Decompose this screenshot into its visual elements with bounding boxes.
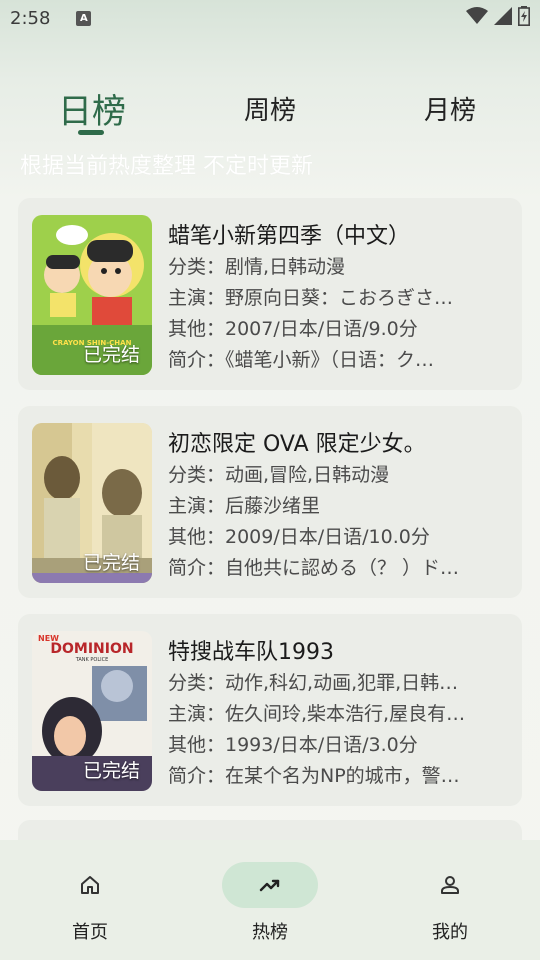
nav-item-trending[interactable]: 热榜 xyxy=(180,840,360,960)
item-title: 初恋限定 OVA 限定少女。 xyxy=(168,432,426,457)
home-icon xyxy=(81,876,99,894)
item-cast: 主演：野原向日葵：こおろぎさ… xyxy=(168,287,454,309)
item-other: 其他：2009/日本/日语/10.0分 xyxy=(168,526,430,548)
item-title: 蜡笔小新第四季（中文） xyxy=(168,224,411,249)
nav-label: 热榜 xyxy=(252,922,288,943)
status-indicator-icon: A xyxy=(76,10,92,26)
item-category: 分类：动画,冒险,日韩动漫 xyxy=(168,464,390,486)
bottom-navigation: 首页 热榜 我的 xyxy=(0,840,540,960)
status-badge: 已完结 xyxy=(82,552,140,574)
battery-icon xyxy=(518,6,530,26)
status-time: 2:58 xyxy=(10,7,51,29)
status-badge: 已完结 xyxy=(82,344,140,366)
nav-item-home[interactable]: 首页 xyxy=(0,840,180,960)
list-item[interactable]: 已完结 初恋限定 OVA 限定少女。 分类：动画,冒险,日韩动漫 主演：后藤沙绪… xyxy=(18,406,522,598)
item-cast: 主演：后藤沙绪里 xyxy=(168,495,321,517)
trending-icon xyxy=(259,879,280,892)
item-title: 特搜战车队1993 xyxy=(168,640,334,665)
item-intro: 简介：《蜡笔小新》（日语：ク… xyxy=(168,349,435,371)
poster-image: CRAYON SHIN-CHAN 已完结 xyxy=(32,215,152,375)
tab-monthly[interactable]: 月榜 xyxy=(390,90,510,127)
list-item[interactable]: CRAYON SHIN-CHAN 已完结 蜡笔小新第四季（中文） 分类：剧情,日… xyxy=(18,198,522,390)
nav-label: 我的 xyxy=(432,922,468,943)
status-bar: 2:58 A xyxy=(0,0,540,36)
ranking-tabs: 日榜 周榜 月榜 xyxy=(0,80,540,140)
wifi-icon xyxy=(466,7,488,24)
nav-label: 首页 xyxy=(72,922,108,943)
item-intro: 简介：自他共に認める（？ ）ド… xyxy=(168,557,460,579)
item-other: 其他：2007/日本/日语/9.0分 xyxy=(168,318,418,340)
nav-item-profile[interactable]: 我的 xyxy=(360,840,540,960)
tab-weekly[interactable]: 周榜 xyxy=(210,90,330,127)
ranking-list: CRAYON SHIN-CHAN 已完结 蜡笔小新第四季（中文） 分类：剧情,日… xyxy=(18,198,522,822)
tab-daily[interactable]: 日榜 xyxy=(32,84,152,133)
list-item[interactable]: NEW DOMINION TANK POLICE 已完结 特搜战车队1993 分… xyxy=(18,614,522,806)
item-category: 分类：剧情,日韩动漫 xyxy=(168,256,346,278)
page-subtitle: 根据当前热度整理 不定时更新 xyxy=(20,154,313,179)
status-badge: 已完结 xyxy=(82,760,140,782)
poster-image: NEW DOMINION TANK POLICE 已完结 xyxy=(32,631,152,791)
poster-logo-subtext: TANK POLICE xyxy=(75,657,109,663)
item-other: 其他：1993/日本/日语/3.0分 xyxy=(168,734,418,756)
item-intro: 简介：在某个名为NP的城市，警… xyxy=(168,765,460,787)
signal-icon xyxy=(494,7,512,25)
person-icon xyxy=(441,876,459,894)
item-category: 分类：动作,科幻,动画,犯罪,日韩… xyxy=(168,672,459,694)
poster-image: 已完结 xyxy=(32,423,152,583)
poster-logo-text: DOMINION xyxy=(50,641,133,657)
item-cast: 主演：佐久间玲,柴本浩行,屋良有… xyxy=(168,703,466,725)
tab-indicator xyxy=(78,130,104,135)
